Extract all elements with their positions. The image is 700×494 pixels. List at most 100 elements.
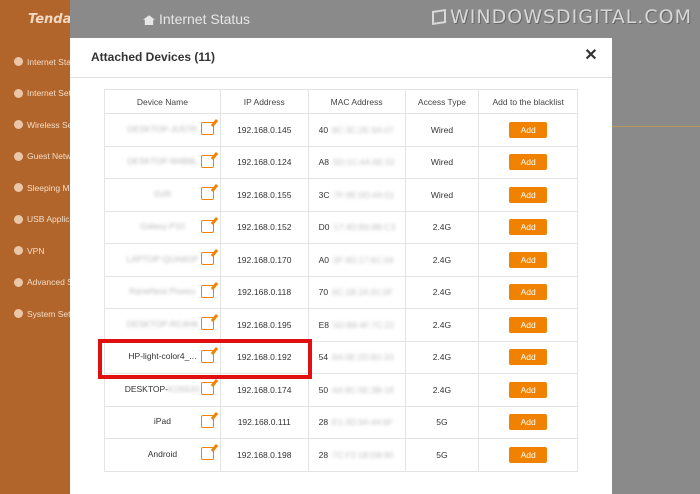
mac-redacted: :4A:9C:5E:3B:18 [330, 384, 394, 395]
device-name-text: DESKTOP-M4B8L [127, 156, 198, 167]
device-name-cell: HP-light-color4_... [104, 340, 221, 374]
page-title: Internet Status [143, 11, 250, 27]
add-to-blacklist-button[interactable]: Add [509, 121, 548, 138]
sidebar-item[interactable]: System Settings [0, 298, 70, 330]
mac-prefix: 28 [318, 417, 329, 428]
edit-icon[interactable] [200, 349, 214, 363]
sidebar-item[interactable]: VPN [0, 235, 70, 267]
access-type-cell: 2.4G [404, 243, 480, 277]
add-to-blacklist-button[interactable]: Add [509, 381, 548, 398]
edit-icon[interactable] [200, 414, 214, 428]
blacklist-cell: Add [478, 243, 578, 277]
sidebar-item-label: Guest Network [27, 151, 70, 162]
device-name-text: LAPTOP-QUA6GP [126, 253, 199, 264]
table-row: SVR 192.168.0.155 3C:7F:9E:0D:4A:51 Wired Ad… [104, 178, 578, 212]
mac-address-cell: 50:4A:9C:5E:3B:18 [307, 373, 406, 407]
access-type-cell: 2.4G [404, 210, 480, 244]
add-to-blacklist-button[interactable]: Add [509, 284, 548, 301]
device-name: Android [117, 449, 207, 459]
devices-table-body: DESKTOP-JU5TR 192.168.0.145 40:8C:3C:2E:9A… [104, 113, 578, 472]
device-name: HP-light-color4_... [117, 351, 207, 361]
edit-icon[interactable] [200, 447, 214, 460]
mac-redacted: :3F:8D:17:6C:04 [331, 254, 394, 265]
modal-title: Attached Devices (11) [91, 50, 216, 64]
device-name-cell: SVR [104, 178, 221, 212]
mac-prefix: 70 [318, 287, 329, 298]
mac-redacted: :6C:1B:2A:91:0F [330, 287, 393, 298]
mac-redacted: :8C:3C:2E:9A:07 [330, 124, 394, 135]
sidebar-item-label: Sleeping Mode [27, 182, 70, 193]
add-to-blacklist-button[interactable]: Add [509, 316, 548, 333]
sidebar-item[interactable]: Internet Status [0, 46, 70, 78]
add-to-blacklist-button[interactable]: Add [509, 186, 548, 203]
mac-prefix: E8 [318, 319, 330, 330]
access-type-cell: Wired [404, 113, 480, 147]
sidebar-item[interactable]: Internet Settings [0, 78, 70, 110]
column-mac-address: MAC Address [307, 89, 406, 114]
column-access-type: Access Type [404, 89, 480, 114]
mac-prefix: A0 [318, 254, 330, 265]
table-header-row: Device Name IP Address MAC Address Acces… [104, 89, 578, 114]
add-to-blacklist-button[interactable]: Add [509, 446, 548, 463]
device-name-text: SVR [153, 188, 172, 199]
add-to-blacklist-button[interactable]: Add [509, 219, 548, 236]
table-row: DESKTOP-K1N3JG 192.168.0.174 50:4A:9C:5E:3… [104, 373, 578, 407]
device-name-cell: DESKTOP-RC4H6 [104, 308, 221, 342]
access-type-cell: 5G [404, 438, 480, 472]
edit-icon[interactable] [200, 284, 214, 298]
edit-icon[interactable] [200, 252, 214, 265]
sidebar-item[interactable]: Wireless Settings [0, 109, 70, 141]
mac-prefix: D0 [318, 222, 330, 233]
mac-prefix: 50 [318, 384, 329, 395]
ip-address-cell: 192.168.0.192 [219, 340, 309, 374]
ip-address-cell: 192.168.0.118 [219, 275, 309, 309]
mac-prefix: 40 [318, 124, 329, 135]
sidebar-item-label: Advanced Settings [27, 277, 70, 288]
edit-icon[interactable] [200, 219, 214, 233]
close-button[interactable]: ✕ [583, 48, 599, 64]
blacklist-cell: Add [478, 145, 578, 179]
edit-icon[interactable] [200, 382, 214, 395]
device-name-cell: Android [104, 438, 221, 472]
menu-icon [14, 214, 23, 224]
ip-address-cell: 192.168.0.111 [219, 405, 309, 439]
table-row: RaneNest Pixeeu 192.168.0.118 70:6C:1B:2A:… [104, 275, 578, 309]
menu-icon [14, 120, 23, 130]
blacklist-cell: Add [478, 308, 578, 342]
table-row: Galaxy-P10 192.168.0.152 D0:17:4D:B6:8B:C3… [104, 210, 578, 244]
sidebar-item[interactable]: Guest Network [0, 141, 70, 173]
modal-header: Attached Devices (11) ✕ [70, 38, 612, 78]
menu-icon [14, 183, 23, 193]
table-row: DESKTOP-JU5TR 192.168.0.145 40:8C:3C:2E:9A… [104, 113, 578, 147]
sidebar-item[interactable]: USB Application [0, 204, 70, 236]
edit-icon[interactable] [200, 317, 214, 330]
page-title-text: Internet Status [159, 11, 251, 27]
mac-prefix: 54 [318, 352, 329, 363]
access-type-cell: 5G [404, 405, 480, 439]
device-name: DESKTOP-RC4H6 [117, 319, 207, 329]
attached-devices-modal: Attached Devices (11) ✕ Device Name IP A… [70, 38, 612, 494]
access-type-cell: Wired [404, 145, 480, 179]
sidebar-item[interactable]: Sleeping Mode [0, 172, 70, 204]
device-name-cell: DESKTOP-K1N3JG [104, 373, 221, 407]
mac-address-cell: 40:8C:3C:2E:9A:07 [307, 113, 406, 147]
add-to-blacklist-button[interactable]: Add [509, 349, 548, 366]
ip-address-cell: 192.168.0.170 [219, 243, 309, 277]
add-to-blacklist-button[interactable]: Add [509, 154, 548, 171]
edit-icon[interactable] [200, 154, 214, 168]
add-to-blacklist-button[interactable]: Add [509, 414, 548, 431]
sidebar-item[interactable]: Advanced Settings [0, 267, 70, 299]
device-name-text: iPad [153, 416, 171, 427]
device-name-text: DESKTOP- [124, 383, 168, 394]
device-name-text: Galaxy-P10 [140, 221, 185, 232]
device-name-cell: DESKTOP-M4B8L [104, 145, 221, 179]
blacklist-cell: Add [478, 373, 578, 407]
sidebar-item-label: Internet Settings [27, 88, 70, 99]
mac-address-cell: 3C:7F:9E:0D:4A:51 [307, 178, 406, 212]
edit-icon[interactable] [200, 122, 214, 135]
add-to-blacklist-button[interactable]: Add [509, 251, 548, 268]
table-row: Android 192.168.0.198 28:7C:F2:1B:D8:90 5G A… [104, 438, 578, 472]
windows-logo-icon [432, 9, 446, 25]
edit-icon[interactable] [200, 187, 214, 200]
device-name: DESKTOP-M4B8L [117, 156, 207, 166]
